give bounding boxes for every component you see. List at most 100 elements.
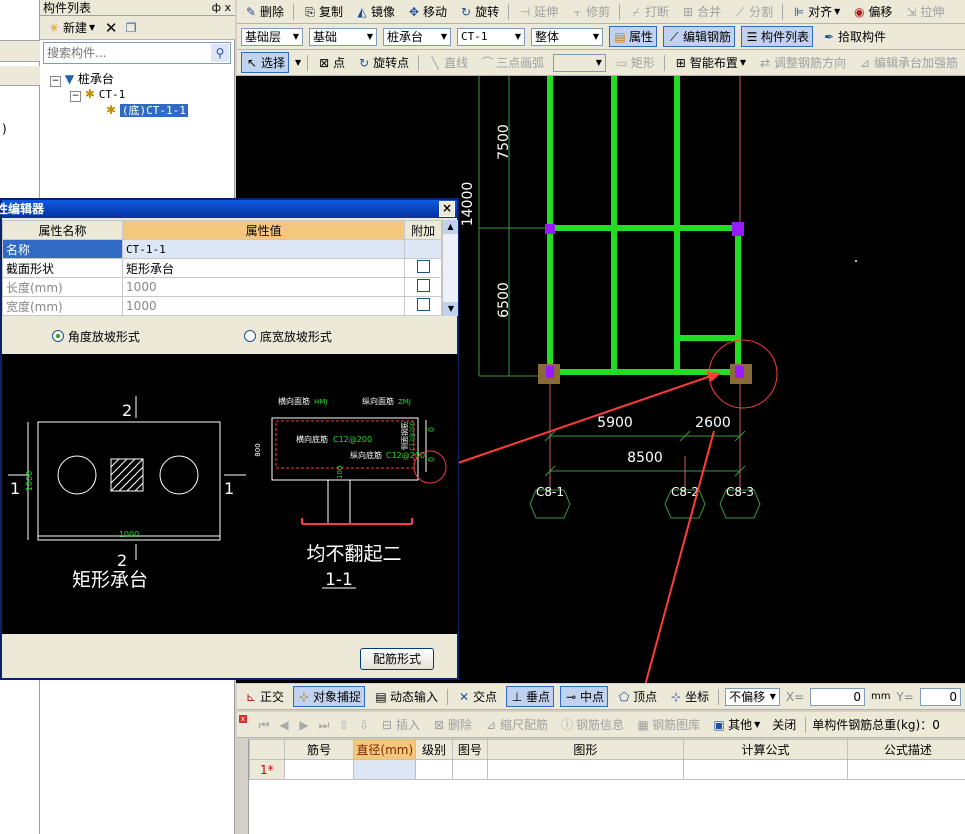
arc-mode-select[interactable]: ▼ (553, 53, 606, 72)
property-row[interactable]: 宽度(mm) 1000 (2, 296, 442, 316)
property-row[interactable]: 名称 CT-1-1 (2, 239, 442, 259)
stretch-button[interactable]: ⇲ 拉伸 (901, 2, 947, 21)
search-input[interactable] (44, 43, 210, 63)
copy-button[interactable]: ⎘ 复制 (300, 2, 346, 21)
x-input[interactable]: 0 (810, 687, 865, 706)
scroll-down-icon[interactable]: ▼ (443, 302, 458, 316)
trim-button[interactable]: ⫟ 修剪 (567, 2, 613, 21)
tree-node-root[interactable]: − ▼ 桩承台 (50, 70, 114, 87)
divider (782, 3, 784, 20)
component-list-button[interactable]: ☰ 构件列表 (741, 26, 814, 47)
radio-checked-icon (52, 330, 64, 342)
new-component-button[interactable]: ✳ 新建 ▼ (44, 18, 98, 37)
table-row[interactable]: 1* (249, 759, 965, 780)
edit-rebar-button[interactable]: ⟋ 编辑钢筋 (663, 26, 736, 47)
left-strip-tab-2[interactable] (0, 66, 40, 86)
extend-button[interactable]: ⊣ 延伸 (515, 2, 561, 21)
mirror-button[interactable]: ◭ 镜像 (352, 2, 398, 21)
delete-button[interactable]: ✎ 删除 (241, 2, 287, 21)
radio-width-slope[interactable]: 底宽放坡形式 (244, 328, 332, 345)
extra-checkbox[interactable] (416, 298, 430, 311)
prev-record-icon[interactable]: ◀ (277, 718, 291, 732)
scroll-up-icon[interactable]: ▲ (443, 220, 458, 234)
rotate-point-button[interactable]: ↻ 旋转点 (354, 53, 412, 72)
select-button[interactable]: ↖ 选择 (241, 52, 290, 73)
property-scrollbar[interactable]: ▲ ▼ (442, 220, 458, 316)
coordinate-snap-button[interactable]: ⊹ 坐标 (666, 687, 712, 706)
tree-collapse-icon[interactable]: − (70, 91, 81, 102)
move-up-icon[interactable]: ⇧ (337, 718, 351, 732)
vertex-snap-button[interactable]: ⬠ 顶点 (614, 687, 660, 706)
category-select[interactable]: 桩承台 ▼ (383, 27, 451, 46)
close-small-icon[interactable]: x (239, 715, 247, 723)
property-button[interactable]: ▤ 属性 (609, 26, 658, 47)
pick-component-button[interactable]: ✒ 拾取构件 (819, 27, 889, 46)
arc-button[interactable]: ⌒ 三点画弧 (477, 53, 547, 72)
insert-button[interactable]: ⊟ 插入 (377, 715, 423, 734)
floor-select[interactable]: 基础层 ▼ (241, 27, 303, 46)
offset-select[interactable]: 不偏移 ▼ (725, 687, 780, 706)
next-record-icon[interactable]: ▶ (297, 718, 311, 732)
close-icon[interactable]: × (439, 201, 455, 217)
break-button[interactable]: ⌿ 打断 (626, 2, 672, 21)
coordinate-icon: ⊹ (671, 689, 682, 704)
type-select[interactable]: 基础 ▼ (309, 27, 377, 46)
first-record-icon[interactable]: ⏮ (257, 718, 271, 732)
radio-angle-slope[interactable]: 角度放坡形式 (52, 328, 140, 345)
scale-rebar-button[interactable]: ⊿ 缩尺配筋 (481, 715, 551, 734)
rebar-info-button[interactable]: ⓘ 钢筋信息 (557, 715, 627, 734)
dialog-titlebar[interactable]: 属性编辑器 × (0, 200, 457, 218)
scope-select[interactable]: 整体 ▼ (531, 27, 603, 46)
edit-cap-add-button[interactable]: ⊿ 编辑承台加强筋 (855, 53, 961, 72)
column-node[interactable] (545, 224, 555, 234)
tree-node-ct1[interactable]: − ✱ CT-1 (70, 87, 125, 102)
column-node[interactable] (546, 366, 554, 378)
midpoint-snap-button[interactable]: ⊸ 中点 (560, 686, 609, 707)
object-snap-button[interactable]: ⊹ 对象捕捉 (293, 686, 366, 707)
ortho-button[interactable]: ⊾ 正交 (241, 687, 287, 706)
property-row[interactable]: 长度(mm) 1000 (2, 277, 442, 297)
move-down-icon[interactable]: ⇩ (357, 718, 371, 732)
extra-checkbox[interactable] (416, 260, 430, 273)
divider (293, 3, 295, 20)
other-menu-button[interactable]: ▣ 其他 ▼ (709, 715, 763, 734)
copy-icon[interactable]: ❐ (124, 21, 138, 35)
delete-row-button[interactable]: ⊠ 删除 (429, 715, 475, 734)
rect-button[interactable]: ▭ 矩形 (612, 53, 658, 72)
align-button[interactable]: ⊫ 对齐 ▼ (789, 2, 843, 21)
tree-collapse-icon[interactable]: − (50, 76, 61, 87)
column-node[interactable] (735, 366, 744, 378)
merge-button[interactable]: ⊞ 合并 (678, 2, 724, 21)
search-icon[interactable]: ⚲ (211, 44, 229, 62)
tree-node-ct1-1[interactable]: ✱ (底)CT-1-1 (106, 102, 188, 118)
y-input[interactable]: 0 (919, 687, 961, 706)
extra-checkbox[interactable] (416, 279, 430, 292)
intersection-snap-button[interactable]: ✕ 交点 (454, 687, 500, 706)
chevron-down-icon[interactable]: ▼ (295, 58, 301, 67)
perpendicular-snap-button[interactable]: ⊥ 垂点 (506, 686, 555, 707)
stretch-icon: ⇲ (906, 4, 917, 19)
last-record-icon[interactable]: ⏭ (317, 718, 331, 732)
rebar-form-button[interactable]: 配筋形式 (360, 648, 434, 670)
point-button[interactable]: ⊠ 点 (314, 53, 348, 72)
rotate-button[interactable]: ↻ 旋转 (456, 2, 502, 21)
rebar-library-button[interactable]: ▦ 钢筋图库 (633, 715, 703, 734)
adjust-rebar-button[interactable]: ⇄ 调整钢筋方向 (755, 53, 849, 72)
svg-text:纵向面筋: 纵向面筋 (362, 396, 394, 406)
component-select[interactable]: CT-1 ▼ (457, 27, 525, 46)
smart-layout-button[interactable]: ⊞ 智能布置 ▼ (671, 53, 749, 72)
move-button[interactable]: ✥ 移动 (404, 2, 450, 21)
close-rebar-button[interactable]: 关闭 (769, 715, 799, 734)
line-button[interactable]: ╲ 直线 (425, 53, 471, 72)
property-row[interactable]: 截面形状 矩形承台 (2, 258, 442, 278)
delete-x-icon[interactable]: ✕ (104, 20, 118, 35)
offset-button[interactable]: ◉ 偏移 (849, 2, 895, 21)
split-button[interactable]: ⟋ 分割 (730, 2, 776, 21)
column-node[interactable] (732, 222, 744, 236)
pin-close-icon[interactable]: ф x (212, 0, 231, 16)
left-strip-tab[interactable] (0, 40, 40, 62)
edit-toolbar: ✎ 删除 ⎘ 复制 ◭ 镜像 ✥ 移动 ↻ 旋转 ⊣ 延伸 ⫟ 修剪 ⌿ 打断 ⊞ 合并 ⟋ 分割 … (237, 0, 965, 24)
chevron-down-icon: ▼ (739, 58, 746, 67)
dynamic-input-button[interactable]: ▤ 动态输入 (371, 687, 441, 706)
chevron-down-icon: ▼ (440, 32, 447, 41)
